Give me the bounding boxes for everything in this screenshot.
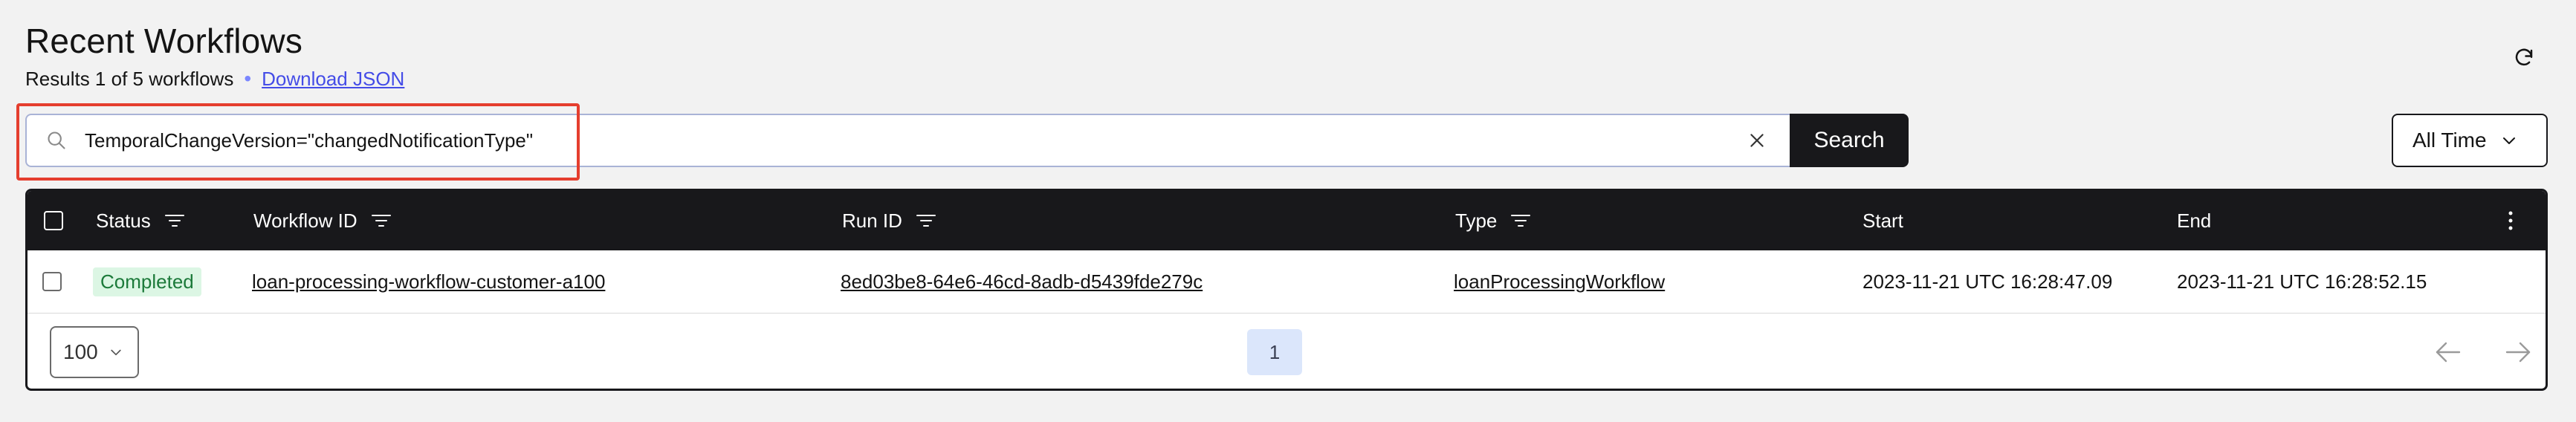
arrow-left-icon — [2436, 342, 2461, 363]
time-range-select[interactable]: All Time — [2392, 114, 2548, 167]
end-cell: 2023-11-21 UTC 16:28:52.15 — [2177, 270, 2427, 293]
column-end: End — [2177, 191, 2211, 250]
close-icon — [1750, 134, 1764, 147]
column-type: Type — [1455, 191, 1531, 250]
separator-dot: • — [244, 67, 252, 90]
filter-icon[interactable] — [916, 212, 936, 229]
workflow-id-cell: loan-processing-workflow-customer-a100 — [252, 250, 605, 313]
download-json-link[interactable]: Download JSON — [262, 68, 404, 91]
previous-page-button[interactable] — [2431, 335, 2465, 369]
row-select-cell — [42, 250, 62, 313]
row-checkbox[interactable] — [42, 272, 62, 291]
column-start-label: Start — [1863, 209, 1903, 232]
select-all-checkbox[interactable] — [44, 211, 63, 230]
filter-icon[interactable] — [164, 212, 185, 229]
select-all-cell — [44, 191, 63, 250]
search-bar — [25, 114, 1790, 167]
column-end-label: End — [2177, 209, 2212, 232]
filter-icon[interactable] — [1510, 212, 1531, 229]
filter-icon[interactable] — [371, 212, 392, 229]
refresh-button[interactable] — [2509, 43, 2539, 73]
run-id-cell: 8ed03be8-64e6-46cd-8adb-d5439fde279c — [841, 250, 1203, 313]
column-workflow-id: Workflow ID — [253, 191, 392, 250]
workflows-table: Status Workflow ID Run ID Type Start End — [25, 189, 2548, 391]
column-options-button[interactable] — [2507, 191, 2514, 250]
column-run-id-label: Run ID — [842, 209, 902, 232]
time-range-value: All Time — [2412, 129, 2487, 152]
type-cell: loanProcessingWorkflow — [1454, 250, 1665, 313]
results-summary: Results 1 of 5 workflows • Download JSON — [25, 67, 404, 91]
table-row: Completed loan-processing-workflow-custo… — [27, 250, 2546, 314]
page-size-select[interactable]: 100 — [50, 326, 139, 378]
status-badge: Completed — [93, 267, 201, 296]
workflow-id-link[interactable]: loan-processing-workflow-customer-a100 — [252, 270, 605, 293]
column-status-label: Status — [96, 209, 151, 232]
column-run-id: Run ID — [842, 191, 936, 250]
run-id-link[interactable]: 8ed03be8-64e6-46cd-8adb-d5439fde279c — [841, 270, 1203, 293]
column-start: Start — [1863, 191, 1903, 250]
results-count: Results 1 of 5 workflows — [25, 67, 234, 90]
page-title: Recent Workflows — [25, 22, 303, 60]
clear-search-button[interactable] — [1742, 126, 1772, 155]
search-input[interactable] — [83, 128, 1742, 153]
search-button[interactable]: Search — [1790, 114, 1909, 167]
page-1-button[interactable]: 1 — [1247, 329, 1302, 375]
column-workflow-id-label: Workflow ID — [253, 209, 357, 232]
table-header: Status Workflow ID Run ID Type Start End — [27, 191, 2546, 250]
chevron-down-icon — [111, 349, 121, 356]
arrow-right-icon — [2505, 342, 2531, 363]
start-cell: 2023-11-21 UTC 16:28:47.09 — [1863, 270, 2113, 293]
refresh-icon — [2515, 48, 2533, 66]
workflow-type-link[interactable]: loanProcessingWorkflow — [1454, 270, 1665, 293]
search-icon — [42, 126, 71, 155]
page-size-value: 100 — [63, 340, 98, 363]
column-status: Status — [96, 191, 185, 250]
next-page-button[interactable] — [2501, 335, 2535, 369]
status-cell: Completed — [93, 250, 201, 313]
more-vertical-icon — [2508, 211, 2513, 230]
chevron-down-icon — [2502, 137, 2515, 144]
column-type-label: Type — [1455, 209, 1498, 232]
